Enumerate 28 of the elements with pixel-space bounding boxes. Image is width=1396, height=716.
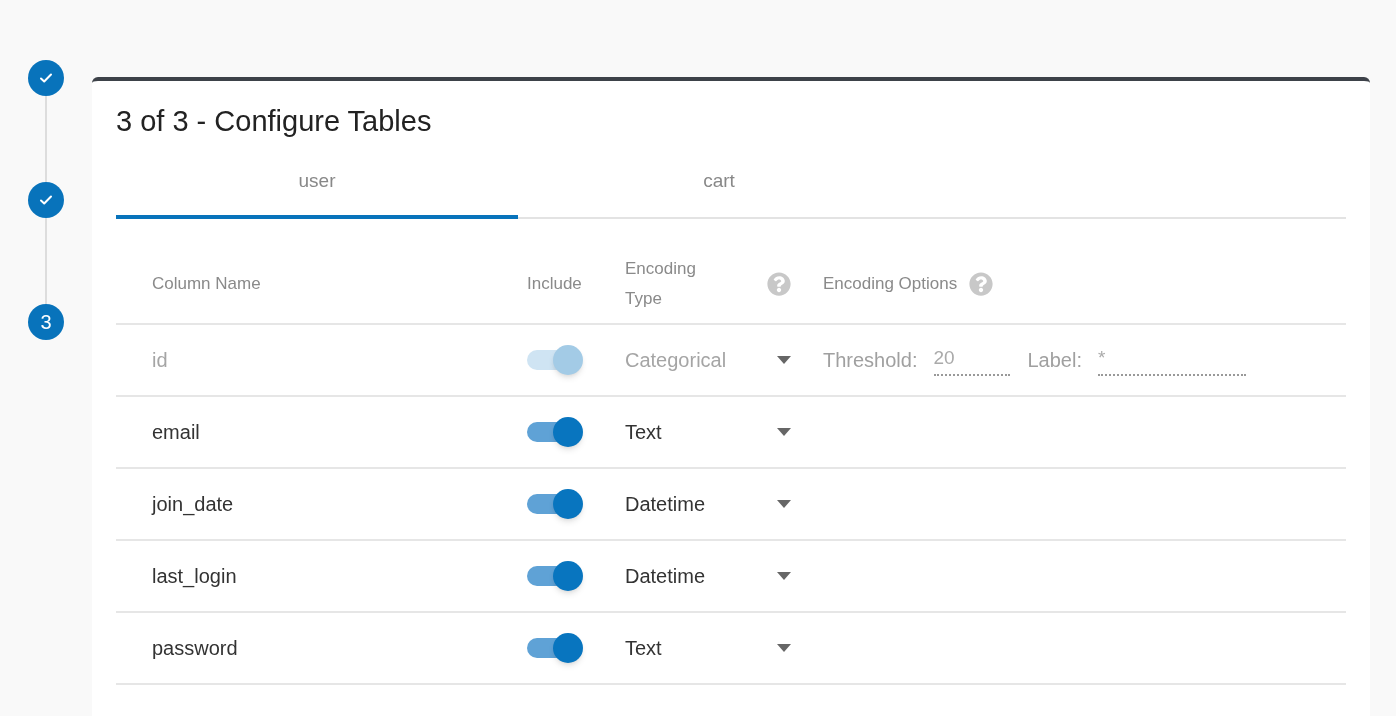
column-name: email [152,420,200,445]
option-label: Threshold: [823,348,918,373]
step-indicator: 3 [28,304,64,340]
encoding-type-select[interactable]: Text [625,633,791,663]
caret-down-icon [777,356,791,364]
column-header: Column Name [152,273,261,295]
encoding-type-select[interactable]: Text [625,417,791,447]
card-title: 3 of 3 - Configure Tables [116,104,433,139]
caret-down-icon [777,500,791,508]
column-name: join_date [152,492,234,518]
include-toggle[interactable] [527,633,583,663]
column-header: Encoding Type [625,258,697,310]
column-header: Include [527,273,582,295]
column-header: Encoding Options [823,273,958,295]
column-name: id [152,348,168,373]
caret-down-icon [777,428,791,436]
include-toggle[interactable] [527,417,583,447]
encoding-type-select[interactable]: Datetime [625,561,791,591]
table-tab[interactable]: cart [518,161,920,219]
caret-down-icon [777,572,791,580]
column-name: last_login [152,564,237,590]
table-tab[interactable]: user [116,161,518,219]
column-name: password [152,636,238,661]
caret-down-icon [777,644,791,652]
include-toggle[interactable] [527,489,583,519]
encoding-type-select[interactable]: Datetime [625,489,791,519]
option-label: Label: [1027,348,1082,373]
include-toggle[interactable] [527,561,583,591]
